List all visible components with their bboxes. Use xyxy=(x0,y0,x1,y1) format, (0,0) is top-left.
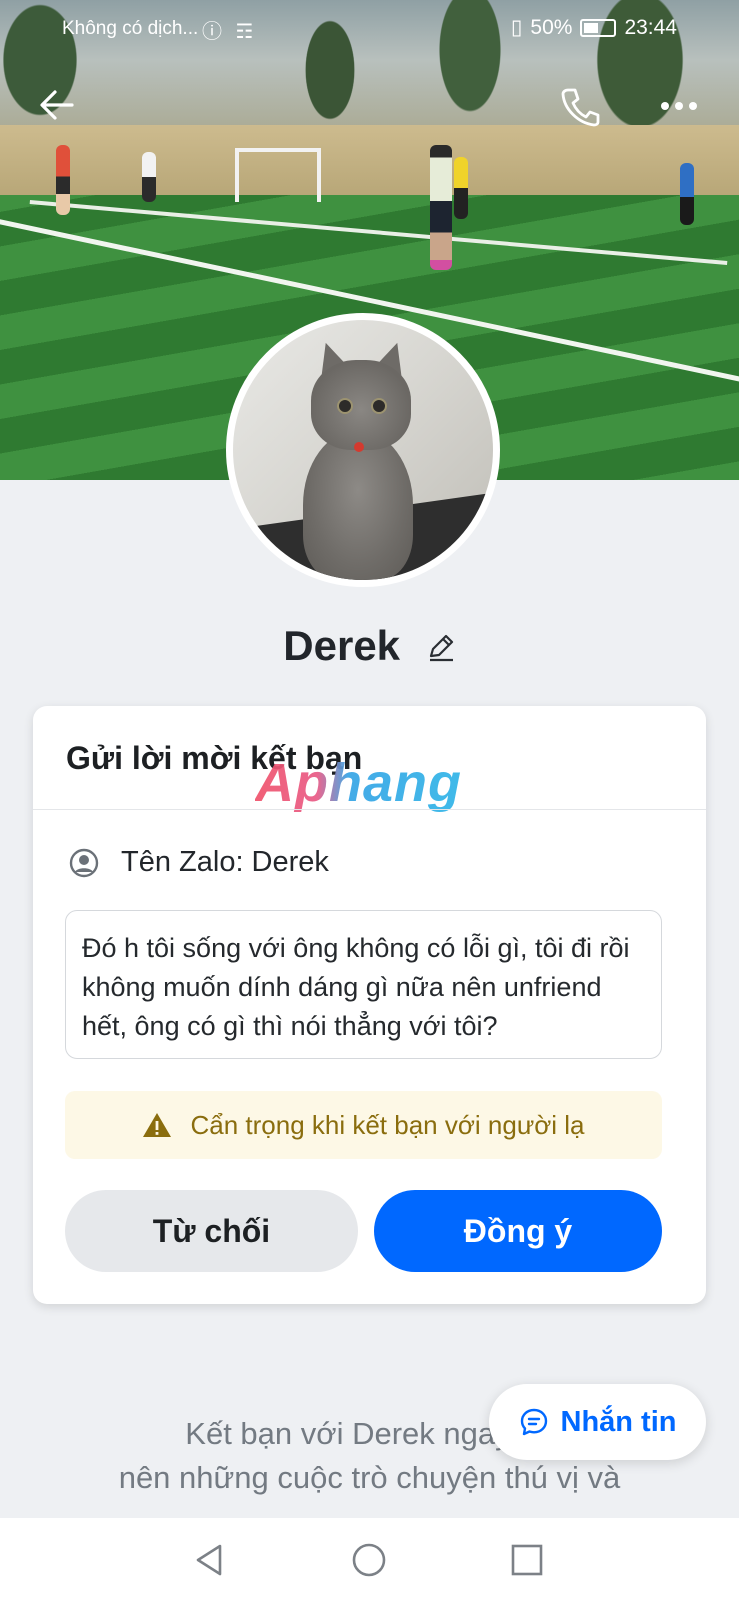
decline-button[interactable]: Từ chối xyxy=(65,1190,358,1272)
status-right: ▯ 50% 23:44 xyxy=(511,15,677,40)
status-bar: Không có dịch... ⓘ ☶ ▯ 50% 23:44 xyxy=(0,0,739,56)
more-options-button[interactable] xyxy=(655,86,703,126)
nav-back-icon[interactable] xyxy=(190,1540,230,1580)
player xyxy=(454,157,468,219)
player xyxy=(680,163,694,225)
cat-head xyxy=(311,360,411,450)
cat-eye xyxy=(337,398,353,414)
phone-icon xyxy=(561,88,600,127)
call-button[interactable] xyxy=(558,84,602,128)
stranger-warning: Cẩn trọng khi kết bạn với người lạ xyxy=(65,1091,662,1159)
nav-recent-icon[interactable] xyxy=(507,1540,547,1580)
player xyxy=(142,152,156,202)
profile-name: Derek xyxy=(283,622,401,669)
zalo-name-row: Tên Zalo: Derek xyxy=(69,846,329,879)
system-nav-bar xyxy=(0,1518,739,1600)
signal-wifi-icons: ⓘ ☶ xyxy=(202,21,258,43)
chat-bubble-icon xyxy=(520,1408,547,1436)
back-button[interactable] xyxy=(36,84,78,126)
battery-percent: 50% xyxy=(530,15,573,39)
pencil-icon[interactable] xyxy=(426,632,456,662)
goal-post xyxy=(235,148,321,202)
accept-button[interactable]: Đồng ý xyxy=(374,1190,662,1272)
promo-line-2: nên những cuộc trò chuyện thú vị và xyxy=(118,1460,621,1495)
profile-name-row: Derek xyxy=(0,622,739,670)
watermark: Aphang xyxy=(255,753,462,813)
more-dots-icon xyxy=(661,102,697,110)
message-button-label: Nhắn tin xyxy=(560,1405,677,1438)
player xyxy=(430,145,452,270)
cat-eye xyxy=(371,398,387,414)
cat-bell xyxy=(354,442,364,452)
person-circle-icon xyxy=(69,848,99,877)
request-message: Đó h tôi sống với ông không có lỗi gì, t… xyxy=(65,910,662,1059)
message-button[interactable]: Nhắn tin xyxy=(489,1384,706,1460)
warning-triangle-icon xyxy=(143,1113,172,1137)
warning-text: Cẩn trọng khi kết bạn với người lạ xyxy=(190,1109,585,1140)
zalo-name: Tên Zalo: Derek xyxy=(121,846,329,878)
cat-body xyxy=(303,430,413,580)
back-arrow-icon xyxy=(40,90,74,120)
cover-wall xyxy=(0,125,739,195)
clock: 23:44 xyxy=(624,15,677,39)
avatar[interactable] xyxy=(226,313,500,587)
vibrate-icon: ▯ xyxy=(510,16,523,39)
nav-home-icon[interactable] xyxy=(349,1540,389,1580)
player xyxy=(56,145,70,215)
carrier-text: Không có dịch... xyxy=(62,18,199,39)
battery-icon xyxy=(580,18,617,37)
friend-request-card: Gửi lời mời kết bạn Aphang Tên Zalo: Der… xyxy=(33,706,706,1304)
divider xyxy=(33,809,706,810)
